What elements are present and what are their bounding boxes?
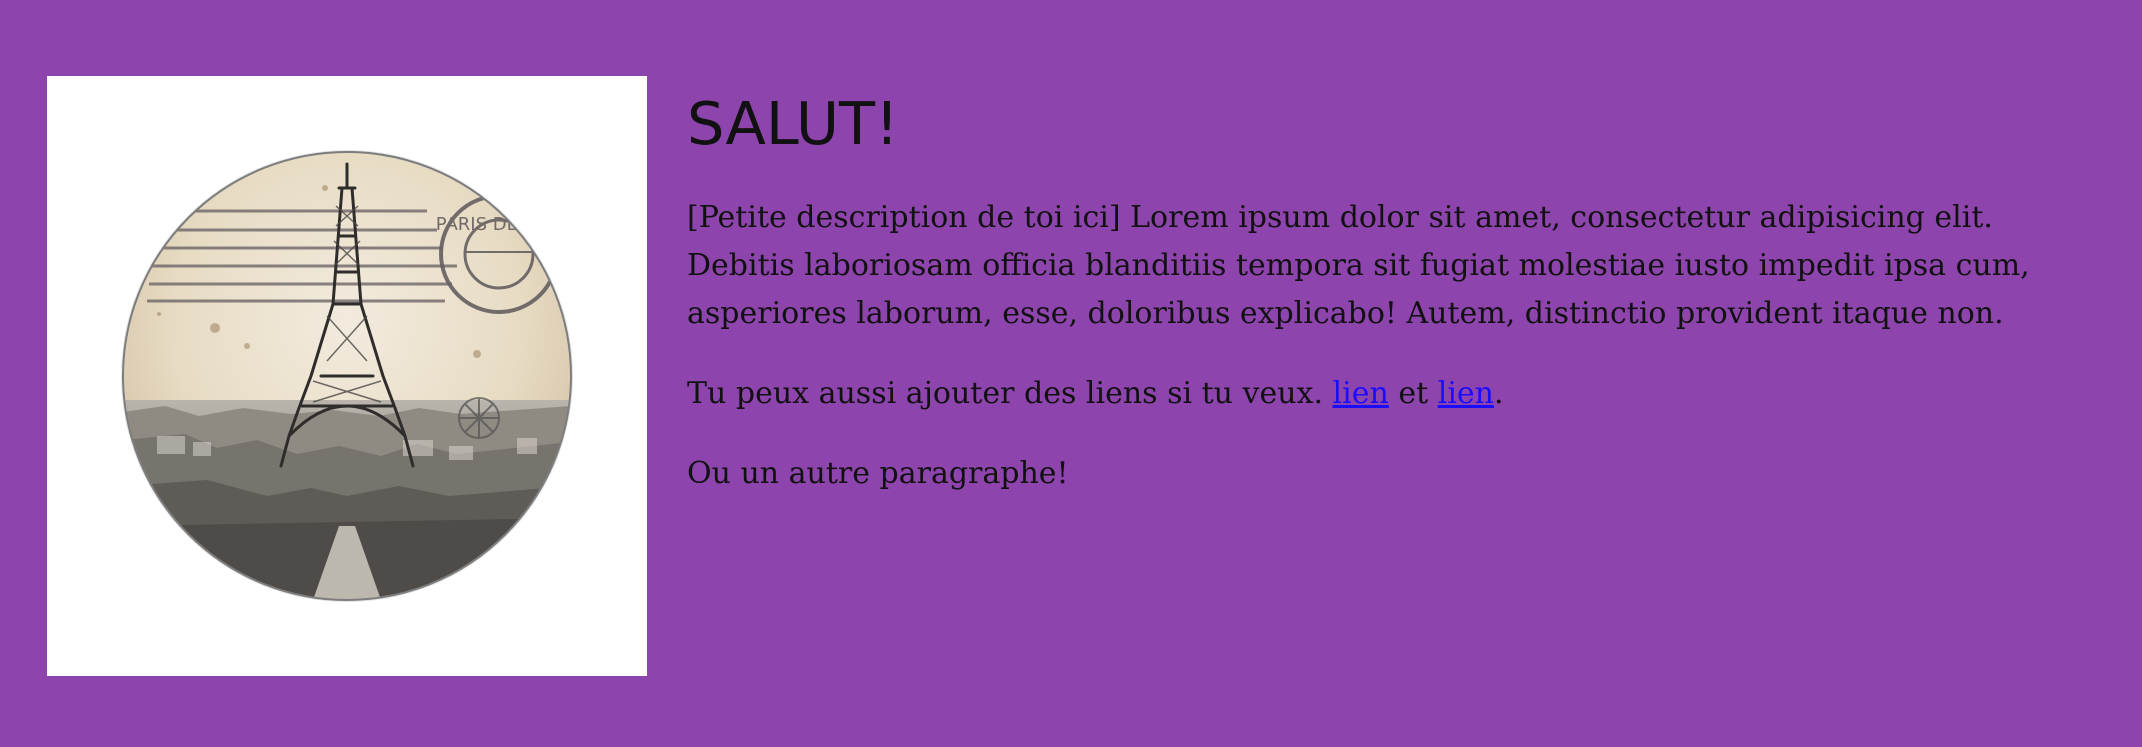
- stamp-label: PARIS DEPART: [436, 214, 563, 235]
- link-separator: et: [1398, 376, 1429, 411]
- links-intro-text: Tu peux aussi ajouter des liens si tu ve…: [687, 376, 1323, 411]
- extra-paragraph: Ou un autre paragraphe!: [687, 456, 1069, 491]
- main-content: SALUT! [Petite description de toi ici] L…: [687, 86, 2087, 530]
- page-title: SALUT!: [687, 89, 899, 158]
- links-paragraph: Tu peux aussi ajouter des liens si tu ve…: [687, 370, 2087, 418]
- description-paragraph: [Petite description de toi ici] Lorem ip…: [687, 200, 2030, 331]
- second-link[interactable]: lien: [1438, 376, 1494, 411]
- first-link[interactable]: lien: [1333, 376, 1389, 411]
- link-suffix: .: [1493, 376, 1504, 411]
- eiffel-tower-postcard-icon: PARIS DEPART: [121, 150, 573, 602]
- profile-image-card: PARIS DEPART: [47, 76, 647, 676]
